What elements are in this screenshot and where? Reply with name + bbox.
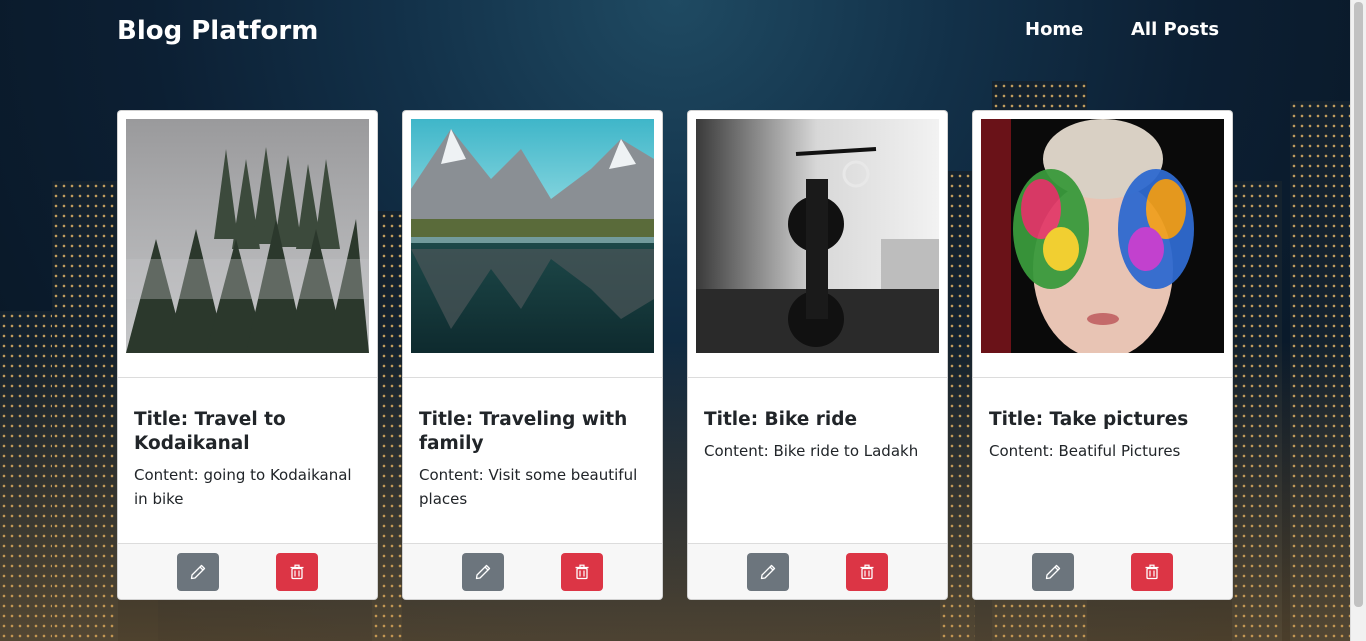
vertical-scrollbar[interactable]	[1350, 0, 1366, 641]
post-content: Content: Visit some beautiful places	[419, 466, 638, 508]
post-image-misty-forest	[126, 119, 369, 353]
pencil-icon	[760, 564, 775, 579]
post-card: Title: Take pictures Content: Beatiful P…	[972, 110, 1233, 600]
delete-post-button[interactable]	[561, 552, 604, 591]
post-title: Title: Bike ride	[704, 409, 858, 430]
post-title: Title: Traveling with family	[419, 409, 628, 454]
edit-post-button[interactable]	[461, 552, 504, 591]
scrollbar-thumb[interactable]	[1354, 2, 1363, 607]
post-card: Title: Travel to Kodaikanal Content: goi…	[117, 110, 378, 600]
delete-post-button[interactable]	[1131, 552, 1174, 591]
nav-link-home[interactable]: Home	[1025, 19, 1083, 40]
navbar: Blog Platform Home All Posts	[0, 0, 1350, 64]
edit-post-button[interactable]	[746, 552, 789, 591]
trash-icon	[860, 564, 874, 579]
post-image-painted-hands	[981, 119, 1224, 353]
post-card: Title: Bike ride Content: Bike ride to L…	[687, 110, 948, 600]
post-content: Content: going to Kodaikanal in bike	[134, 466, 352, 508]
pencil-icon	[1045, 564, 1060, 579]
post-title: Title: Take pictures	[989, 409, 1189, 430]
post-content: Content: Beatiful Pictures	[989, 442, 1181, 460]
trash-icon	[575, 564, 589, 579]
brand-title[interactable]: Blog Platform	[117, 16, 318, 46]
post-image-motorcycle	[696, 119, 939, 353]
post-image-mountain-lake	[411, 119, 654, 353]
post-content: Content: Bike ride to Ladakh	[704, 442, 919, 460]
post-card: Title: Traveling with family Content: Vi…	[402, 110, 663, 600]
pencil-icon	[190, 564, 205, 579]
nav-link-all-posts[interactable]: All Posts	[1131, 19, 1219, 40]
delete-post-button[interactable]	[846, 552, 889, 591]
pencil-icon	[475, 564, 490, 579]
delete-post-button[interactable]	[276, 552, 319, 591]
trash-icon	[290, 564, 304, 579]
edit-post-button[interactable]	[176, 552, 219, 591]
trash-icon	[1145, 564, 1159, 579]
post-card-list: Title: Travel to Kodaikanal Content: goi…	[117, 110, 1233, 600]
post-title: Title: Travel to Kodaikanal	[134, 409, 286, 454]
edit-post-button[interactable]	[1031, 552, 1074, 591]
